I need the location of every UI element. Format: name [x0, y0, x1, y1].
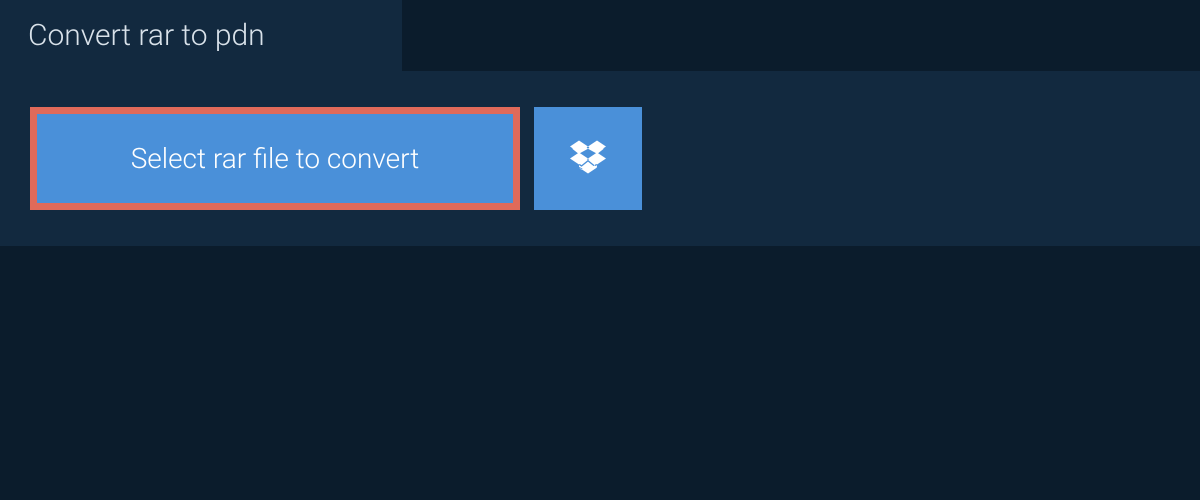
- dropbox-button[interactable]: [534, 107, 642, 210]
- tab-convert[interactable]: Convert rar to pdn: [0, 0, 402, 71]
- select-file-label: Select rar file to convert: [131, 142, 420, 175]
- select-file-button[interactable]: Select rar file to convert: [30, 107, 520, 210]
- button-row: Select rar file to convert: [30, 107, 1170, 210]
- dropbox-icon: [570, 139, 606, 179]
- tab-label: Convert rar to pdn: [28, 18, 265, 53]
- converter-panel: Select rar file to convert: [0, 71, 1200, 246]
- tab-bar: Convert rar to pdn: [0, 0, 1200, 71]
